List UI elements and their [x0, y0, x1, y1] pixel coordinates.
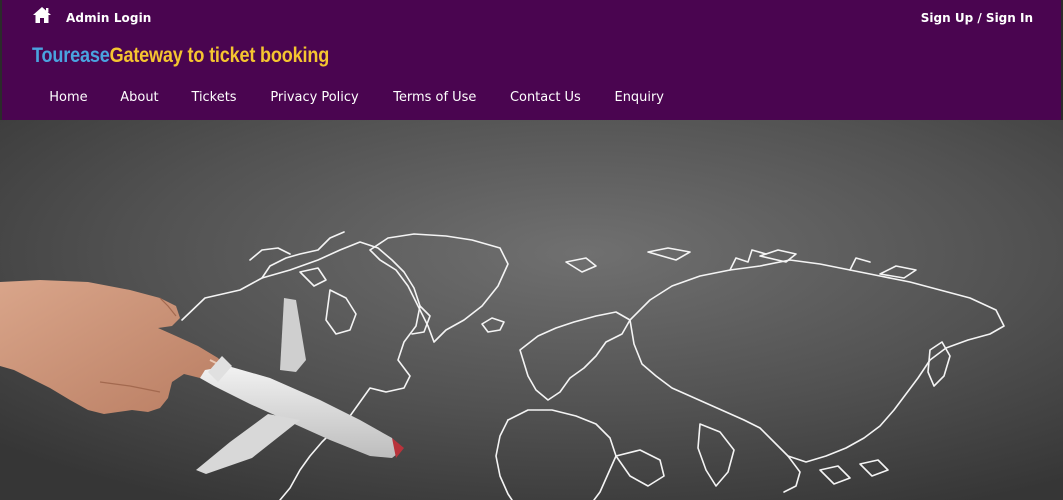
- nav-tickets[interactable]: Tickets: [176, 89, 251, 105]
- brand-tagline: Gateway to ticket booking: [109, 44, 330, 67]
- nav-enquiry[interactable]: Enquiry: [600, 89, 679, 105]
- admin-login-link[interactable]: Admin Login: [66, 11, 151, 25]
- brand-name: Tourease: [32, 44, 110, 67]
- nav-terms-of-use[interactable]: Terms of Use: [378, 89, 491, 105]
- nav-about[interactable]: About: [105, 89, 173, 105]
- nav-home[interactable]: Home: [34, 89, 102, 105]
- nav-contact-us[interactable]: Contact Us: [495, 89, 596, 105]
- main-nav: Home About Tickets Privacy Policy Terms …: [33, 89, 681, 105]
- site-header: Admin Login Sign Up / Sign In ToureaseGa…: [0, 0, 1063, 120]
- nav-privacy-policy[interactable]: Privacy Policy: [255, 89, 373, 105]
- home-icon[interactable]: [32, 6, 52, 24]
- hero-image: [0, 120, 1063, 500]
- hero-banner: [0, 120, 1063, 500]
- site-logo[interactable]: ToureaseGateway to ticket booking: [32, 44, 329, 68]
- top-bar: Admin Login Sign Up / Sign In: [2, 0, 1061, 36]
- signup-signin-link[interactable]: Sign Up / Sign In: [921, 11, 1033, 25]
